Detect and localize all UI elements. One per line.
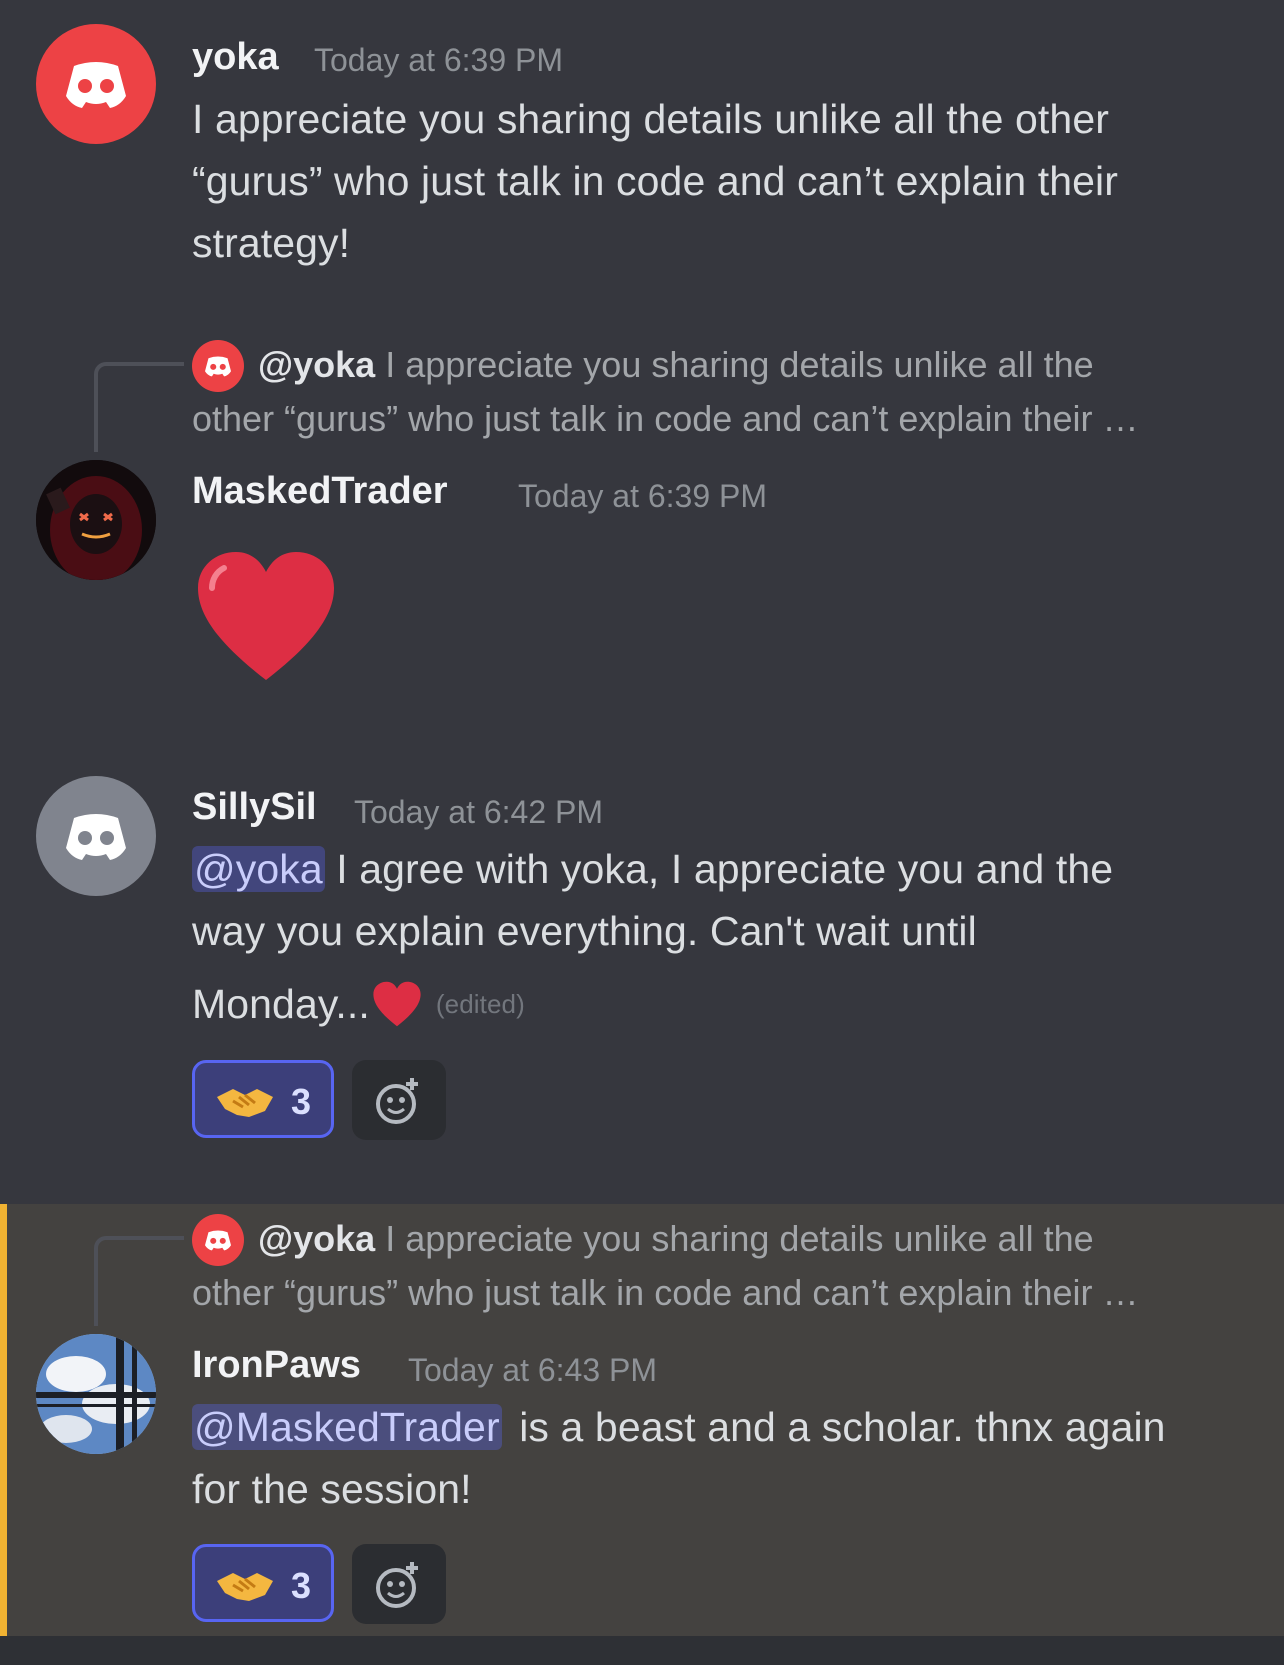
user-mention[interactable]: @yoka [192, 846, 325, 892]
message-line: Monday... (edited) [192, 980, 525, 1028]
reply-text-line2: other “gurus” who just talk in code and … [192, 398, 1139, 439]
message-line: @MaskedTrader is a beast and a scholar. … [192, 1404, 1166, 1451]
edited-label: (edited) [435, 988, 525, 1019]
message-line: way you explain everything. Can't wait u… [192, 908, 977, 954]
avatar-ironpaws[interactable] [36, 1334, 156, 1454]
add-reaction-icon [376, 1078, 418, 1124]
reply-connector [94, 1236, 184, 1326]
reaction-handshake[interactable]: 3 [192, 1060, 334, 1138]
message-line: “gurus” who just talk in code and can’t … [192, 158, 1119, 204]
reply-preview[interactable]: @yoka I appreciate you sharing details u… [258, 1218, 1094, 1260]
reply-text: I appreciate you sharing details unlike … [385, 344, 1094, 385]
add-reaction-button[interactable] [352, 1060, 446, 1140]
add-reaction-button[interactable] [352, 1544, 446, 1624]
username-sillysil[interactable]: SillySil [192, 786, 317, 829]
reaction-count: 3 [291, 1565, 312, 1606]
avatar-maskedtrader[interactable] [36, 460, 156, 580]
reply-text-line2: other “gurus” who just talk in code and … [192, 1272, 1139, 1313]
reply-avatar-yoka [192, 1214, 244, 1266]
message-text: Monday... [192, 980, 370, 1027]
message-text: is a beast and a scholar. thnx again [519, 1404, 1166, 1450]
sky-photo-icon [36, 1334, 156, 1454]
timestamp: Today at 6:39 PM [518, 478, 768, 514]
username-yoka[interactable]: yoka [192, 36, 279, 79]
mention-highlight-bar [0, 1204, 7, 1636]
timestamp: Today at 6:42 PM [354, 794, 604, 830]
discord-logo-icon [205, 356, 231, 377]
reply-mention[interactable]: @yoka [258, 344, 375, 385]
reply-text: I appreciate you sharing details unlike … [385, 1218, 1094, 1259]
message-line: for the session! [192, 1466, 472, 1512]
reply-avatar-yoka [192, 340, 244, 392]
message-line: @yoka I agree with yoka, I appreciate yo… [192, 846, 1113, 893]
reply-connector [94, 362, 184, 452]
heart-icon [198, 552, 334, 680]
message-line: I appreciate you sharing details unlike … [192, 96, 1109, 142]
message-line: strategy! [192, 220, 351, 266]
reaction-count: 3 [291, 1081, 312, 1122]
discord-logo-icon [66, 814, 126, 860]
heart-icon [373, 981, 421, 1027]
reaction-handshake[interactable]: 3 [192, 1544, 334, 1622]
timestamp: Today at 6:39 PM [314, 42, 564, 78]
heart-emoji-large [194, 548, 338, 689]
username-maskedtrader[interactable]: MaskedTrader [192, 470, 448, 513]
avatar-yoka[interactable] [36, 24, 156, 144]
discord-logo-icon [66, 62, 126, 108]
reply-mention[interactable]: @yoka [258, 1218, 375, 1259]
handshake-icon [215, 1567, 275, 1610]
add-reaction-icon [376, 1562, 418, 1608]
timestamp: Today at 6:43 PM [408, 1352, 658, 1388]
reply-preview[interactable]: @yoka I appreciate you sharing details u… [258, 344, 1094, 386]
handshake-icon [215, 1083, 275, 1126]
user-mention[interactable]: @MaskedTrader [192, 1404, 502, 1450]
bottom-strip [0, 1636, 1284, 1665]
masked-face-icon [36, 460, 156, 580]
message-text: I agree with yoka, I appreciate you and … [336, 846, 1114, 892]
discord-logo-icon [205, 1230, 231, 1251]
username-ironpaws[interactable]: IronPaws [192, 1344, 361, 1387]
avatar-sillysil[interactable] [36, 776, 156, 896]
